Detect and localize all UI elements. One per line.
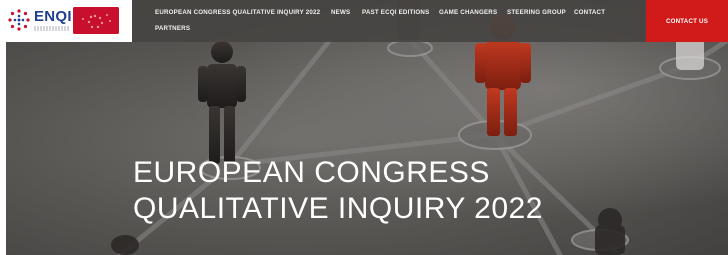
nav-item-past-editions[interactable]: PAST ECQI EDITIONS (362, 9, 429, 16)
site-header: ENQI EUROPEAN CONGRESS QUALITATIVE INQUI… (0, 0, 728, 42)
hero-title-line1: EUROPEAN CONGRESS (133, 156, 490, 189)
hero-title-line2: QUALITATIVE INQUIRY 2022 (133, 192, 543, 225)
nav-item-partners[interactable]: PARTNERS (155, 25, 190, 32)
main-navigation: EUROPEAN CONGRESS QUALITATIVE INQUIRY 20… (132, 0, 646, 42)
site-logo[interactable]: ENQI (0, 0, 132, 42)
nav-item-ecqi-2022[interactable]: EUROPEAN CONGRESS QUALITATIVE INQUIRY 20… (155, 9, 320, 16)
flag-icon (73, 7, 119, 34)
hero-title: EUROPEAN CONGRESS QUALITATIVE INQUIRY 20… (133, 155, 543, 227)
nav-item-game-changers[interactable]: GAME CHANGERS (439, 9, 497, 16)
dot-cluster-icon (8, 9, 30, 31)
logo-wordmark: ENQI (34, 8, 72, 25)
contact-us-button[interactable]: CONTACT US (646, 0, 728, 42)
nav-item-news[interactable]: NEWS (331, 9, 350, 16)
nav-item-steering-group[interactable]: STEERING GROUP (507, 9, 566, 16)
page-left-edge (0, 42, 6, 255)
page: EUROPEAN CONGRESS QUALITATIVE INQUIRY 20… (0, 0, 728, 255)
nav-item-contact[interactable]: CONTACT (574, 9, 605, 16)
logo-tagline (34, 26, 70, 31)
